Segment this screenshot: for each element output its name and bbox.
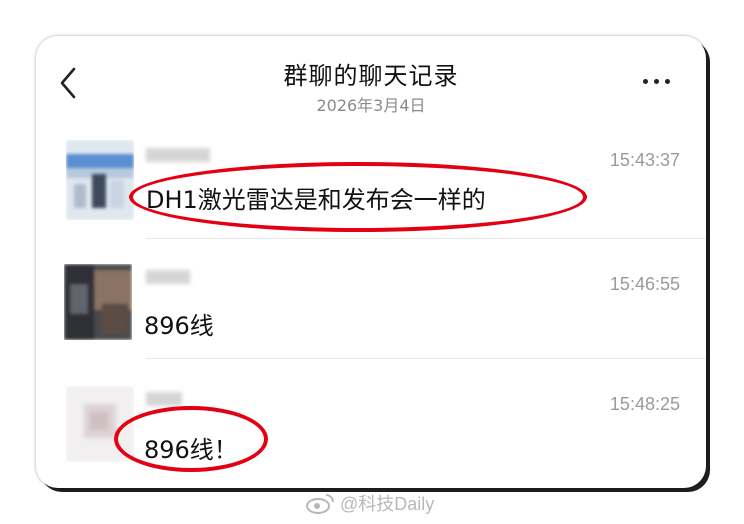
- message-time: 15:48:25: [609, 394, 680, 414]
- message-text: 896线！: [144, 436, 238, 464]
- avatar: [64, 264, 132, 340]
- chat-message[interactable]: 15:43:37 DH1激光雷达是和发布会一样的: [36, 132, 706, 252]
- watermark-handle: @科技Daily: [340, 494, 435, 514]
- chat-message[interactable]: 15:48:25 896线！: [36, 372, 706, 488]
- sender-name: [146, 392, 182, 406]
- avatar: [66, 386, 134, 462]
- page-title: 群聊的聊天记录: [283, 62, 459, 90]
- message-time: 15:46:55: [609, 274, 680, 294]
- sender-name: [146, 148, 210, 162]
- divider: [146, 358, 706, 359]
- avatar: [66, 140, 134, 220]
- message-text: 896线: [144, 312, 214, 340]
- weibo-logo-icon: [306, 494, 334, 514]
- chat-history-card: 群聊的聊天记录 2026年3月4日 15:43:37 DH1激光雷达是和发布会一…: [36, 36, 706, 488]
- sender-name: [146, 270, 190, 284]
- more-options-icon[interactable]: [639, 76, 675, 88]
- divider: [146, 238, 706, 239]
- chat-message[interactable]: 15:46:55 896线: [36, 252, 706, 372]
- message-text: DH1激光雷达是和发布会一样的: [146, 186, 486, 214]
- watermark: @科技Daily: [306, 490, 434, 516]
- message-time: 15:43:37: [609, 150, 680, 170]
- chat-date: 2026年3月4日: [316, 96, 426, 115]
